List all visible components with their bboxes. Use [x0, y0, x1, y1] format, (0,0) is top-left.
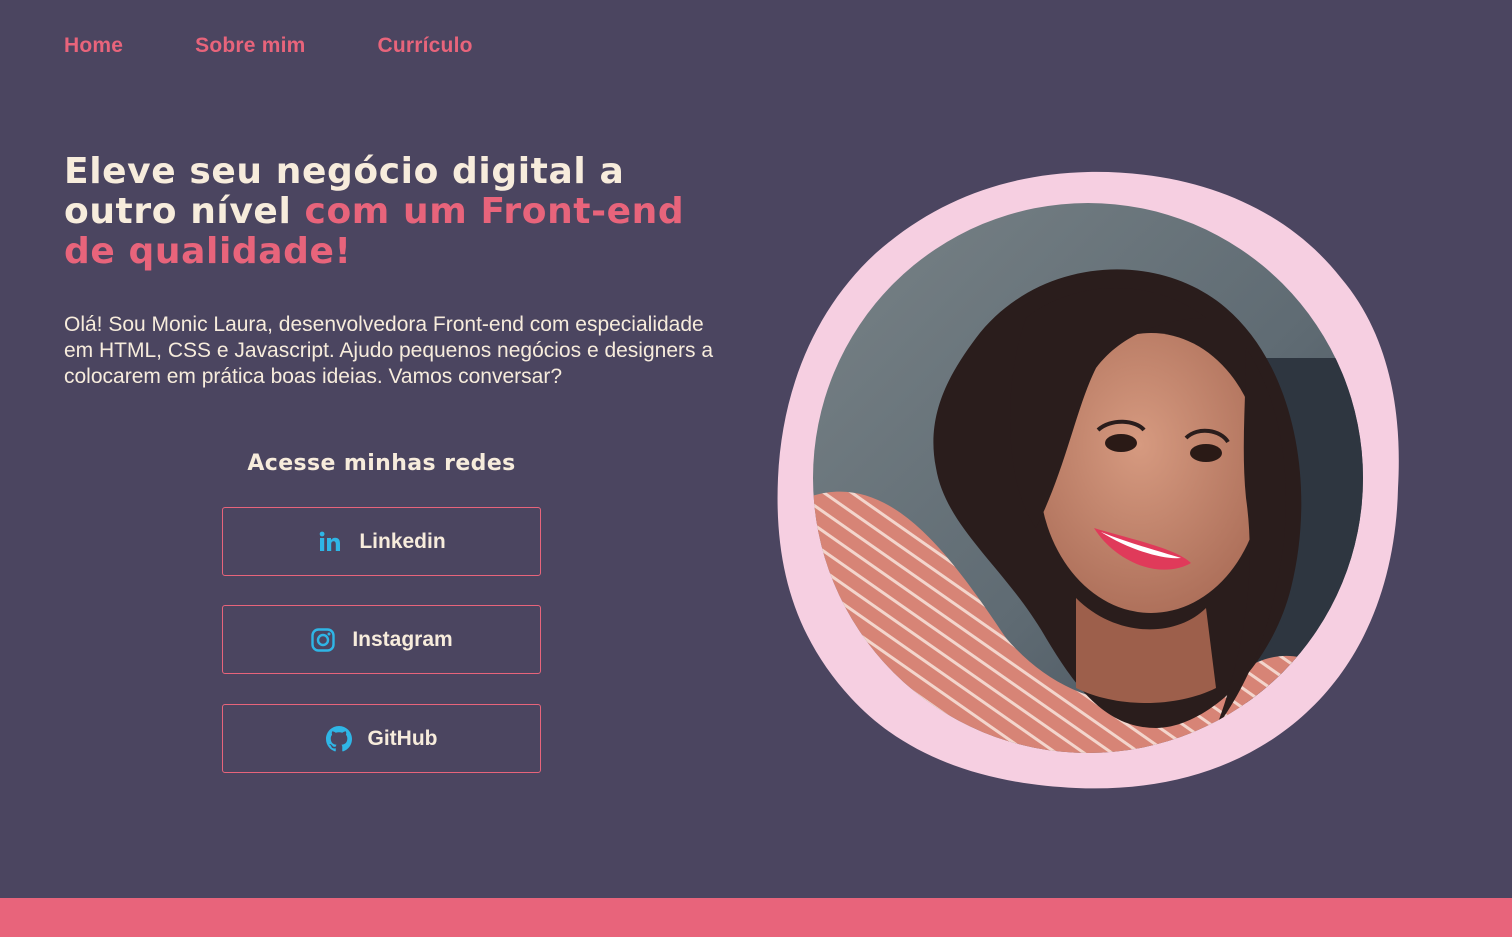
instagram-button[interactable]: Instagram — [222, 605, 541, 674]
linkedin-label: Linkedin — [359, 529, 446, 553]
github-icon — [325, 725, 352, 752]
hero-headline: Eleve seu negócio digital a outro nível … — [64, 152, 744, 272]
linkedin-button[interactable]: Linkedin — [222, 507, 541, 576]
socials-title: Acesse minhas redes — [247, 451, 516, 476]
github-label: GitHub — [367, 726, 438, 750]
footer-bar — [0, 898, 1512, 937]
nav-home-link[interactable]: Home — [64, 30, 123, 62]
profile-photo — [776, 168, 1400, 792]
nav-resume-link[interactable]: Currículo — [377, 30, 472, 62]
nav-about-link[interactable]: Sobre mim — [195, 30, 305, 62]
hero-intro: Olá! Sou Monic Laura, desenvolvedora Fro… — [64, 313, 714, 388]
instagram-icon — [310, 627, 336, 653]
instagram-label: Instagram — [352, 627, 453, 651]
github-button[interactable]: GitHub — [222, 704, 541, 773]
main-nav: Home Sobre mim Currículo — [64, 30, 473, 62]
linkedin-icon — [317, 529, 343, 555]
